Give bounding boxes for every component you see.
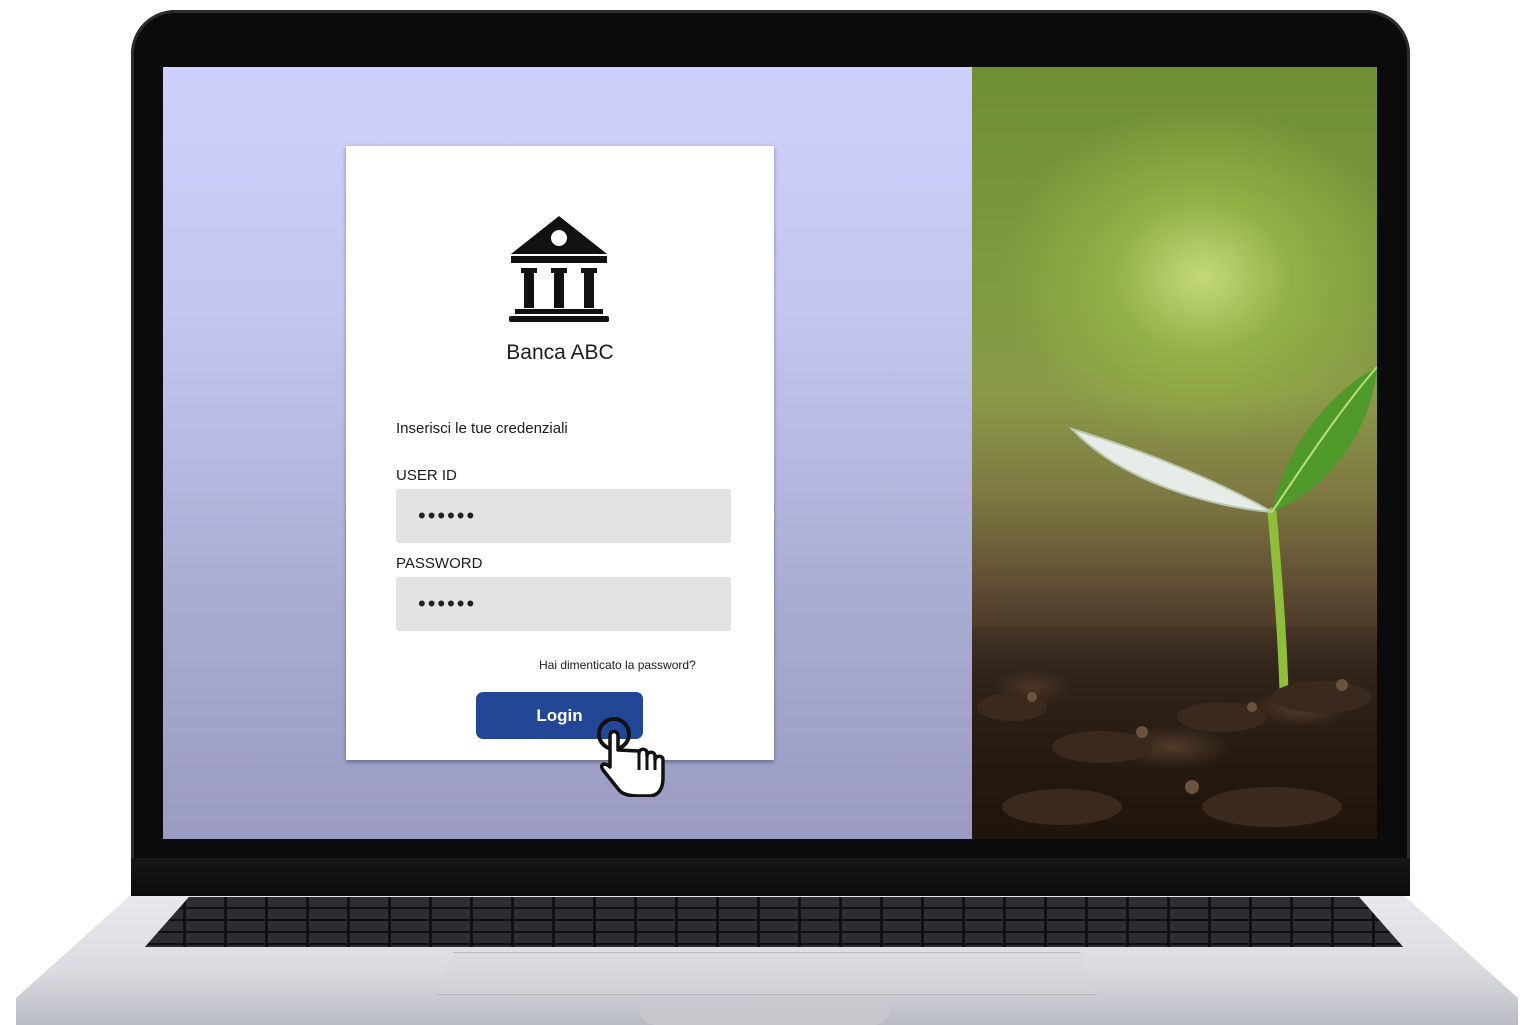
login-card: Banca ABC Inserisci le tue credenziali U… xyxy=(346,146,774,760)
login-instructions: Inserisci le tue credenziali xyxy=(396,420,568,437)
bank-name: Banca ABC xyxy=(506,341,614,364)
laptop-trackpad xyxy=(437,952,1097,995)
forgot-password-link[interactable]: Hai dimenticato la password? xyxy=(539,658,696,672)
password-label: PASSWORD xyxy=(396,555,483,572)
hand-pointer-icon xyxy=(597,717,665,797)
seedling-photo xyxy=(972,67,1377,839)
laptop-notch xyxy=(640,1003,890,1025)
laptop-chin xyxy=(131,858,1410,896)
seedling-illustration xyxy=(977,366,1377,827)
laptop-keyboard xyxy=(145,897,1403,947)
laptop-screen: Banca ABC Inserisci le tue credenziali U… xyxy=(163,67,1377,839)
bank-building-icon xyxy=(509,216,609,322)
user-id-label: USER ID xyxy=(396,467,457,484)
password-field[interactable]: •••••• xyxy=(396,577,731,631)
user-id-field[interactable]: •••••• xyxy=(396,489,731,543)
